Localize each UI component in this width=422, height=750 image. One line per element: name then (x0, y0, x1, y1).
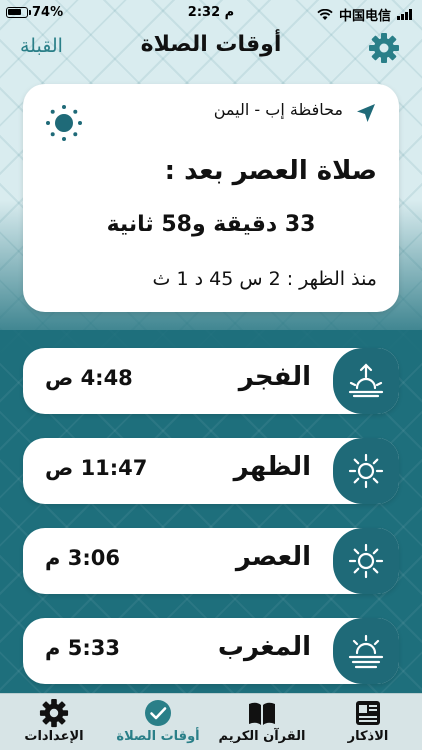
prayer-icon-pane (333, 438, 399, 504)
newspaper-icon (356, 701, 380, 725)
sunset-icon (348, 634, 384, 669)
tab-quran[interactable]: القرآن الكريم (212, 698, 312, 748)
gear-icon (39, 698, 69, 728)
sun-icon (348, 453, 384, 489)
tab-label: الإعدادات (24, 729, 84, 744)
location-label[interactable]: محافظة إب - اليمن (214, 100, 343, 119)
wifi-icon (317, 8, 333, 20)
since-last-prayer: منذ الظهر : 2 س 45 د 1 ث (152, 268, 377, 290)
next-prayer-label: صلاة العصر بعد : (164, 156, 377, 186)
signal-icon (397, 9, 412, 20)
carrier-name: 中国电信 (338, 9, 391, 24)
tab-label: الاذكار (347, 729, 389, 744)
countdown: 33 دقيقة و58 ثانية (106, 212, 316, 237)
sunrise-icon (348, 363, 384, 398)
qibla-button[interactable]: القبلة (20, 35, 63, 57)
prayer-row-asr[interactable]: العصر 3:06 م (23, 528, 399, 594)
next-prayer-card: محافظة إب - اليمن صلاة العصر بعد : 33 دق… (23, 84, 399, 312)
tab-prayer-times[interactable]: أوقات الصلاة (108, 698, 208, 748)
prayer-name: الظهر (233, 452, 311, 482)
tab-bar: الإعدادات أوقات الصلاة القرآن الكريم الا… (0, 693, 422, 750)
prayer-name: الفجر (238, 362, 311, 392)
header: أوقات الصلاة القبلة (0, 26, 422, 70)
tab-label: أوقات الصلاة (116, 729, 200, 744)
settings-gear-icon[interactable] (368, 32, 400, 64)
sun-icon (46, 105, 82, 141)
prayer-icon-pane (333, 348, 399, 414)
prayer-time: 3:06 م (45, 546, 120, 570)
prayer-name: المغرب (217, 632, 311, 662)
tab-adhkar[interactable]: الاذكار (318, 698, 418, 748)
book-icon (249, 702, 275, 725)
status-right: 中国电信 (317, 5, 412, 24)
check-circle-icon (145, 700, 171, 726)
prayer-time: 4:48 ص (45, 366, 133, 390)
prayer-time: 11:47 ص (45, 456, 148, 480)
location-arrow-icon[interactable] (355, 102, 377, 124)
prayer-name: العصر (235, 542, 311, 572)
sun-icon (348, 543, 384, 579)
prayer-icon-pane (333, 618, 399, 684)
prayer-row-fajr[interactable]: الفجر 4:48 ص (23, 348, 399, 414)
prayer-row-maghrib[interactable]: المغرب 5:33 م (23, 618, 399, 684)
tab-label: القرآن الكريم (218, 729, 306, 744)
tab-settings[interactable]: الإعدادات (4, 698, 104, 748)
prayer-row-dhuhr[interactable]: الظهر 11:47 ص (23, 438, 399, 504)
page-title: أوقات الصلاة (140, 32, 282, 57)
prayer-icon-pane (333, 528, 399, 594)
status-bar: 74% 2:32 م 中国电信 (0, 0, 422, 26)
prayer-time: 5:33 م (45, 636, 120, 660)
